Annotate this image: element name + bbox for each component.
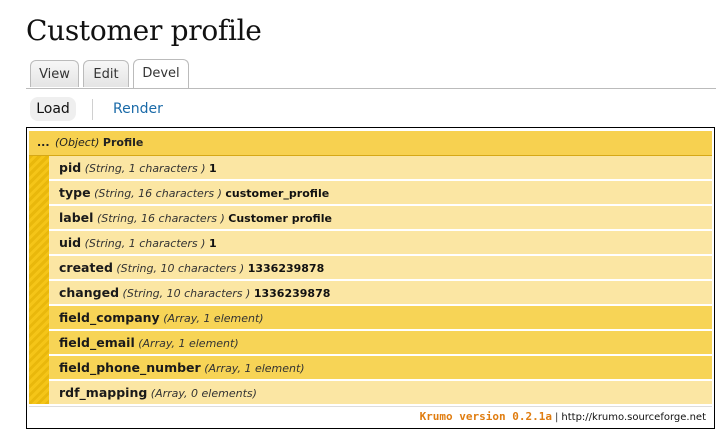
krumo-row-uid: uid (String, 1 characters ) 1 xyxy=(49,231,712,255)
krumo-value: 1 xyxy=(208,237,217,250)
krumo-value: 1 xyxy=(209,162,217,175)
tab-devel[interactable]: Devel xyxy=(133,59,189,88)
krumo-key: field_phone_number xyxy=(59,360,201,375)
krumo-key: pid xyxy=(59,160,82,175)
subtab-divider xyxy=(92,99,93,120)
krumo-type: (String, 1 characters ) xyxy=(84,162,206,175)
krumo-value: customer_profile xyxy=(225,187,330,200)
krumo-root-node[interactable]: ... (Object) Profile xyxy=(29,131,712,156)
krumo-key: field_email xyxy=(59,335,135,350)
krumo-row-type: type (String, 16 characters ) customer_p… xyxy=(49,181,712,205)
krumo-row-pid: pid (String, 1 characters ) 1 xyxy=(49,156,712,180)
krumo-value: 1336239878 xyxy=(253,287,331,300)
tab-view[interactable]: View xyxy=(30,60,79,87)
krumo-type: (Array, 1 element) xyxy=(204,362,305,375)
krumo-type: (String, 10 characters ) xyxy=(116,262,245,275)
krumo-value: Customer profile xyxy=(228,212,332,225)
primary-tabs: View Edit Devel xyxy=(26,58,716,89)
krumo-type: (String, 16 characters ) xyxy=(94,187,222,200)
page-title: Customer profile xyxy=(26,14,262,47)
krumo-row-changed: changed (String, 10 characters ) 1336239… xyxy=(49,281,712,305)
krumo-type: (String, 1 characters ) xyxy=(84,237,206,250)
krumo-key: changed xyxy=(59,285,120,300)
krumo-key: created xyxy=(59,260,113,275)
krumo-footer: Krumo version 0.2.1a | http://krumo.source… xyxy=(29,406,712,427)
krumo-row-field-email[interactable]: field_email (Array, 1 element) xyxy=(49,331,712,355)
krumo-version: Krumo version 0.2.1a xyxy=(419,410,553,423)
krumo-key: rdf_mapping xyxy=(59,385,148,400)
krumo-key: uid xyxy=(59,235,82,250)
subtab-render[interactable]: Render xyxy=(113,97,163,121)
subtab-load[interactable]: Load xyxy=(30,97,76,121)
krumo-key: field_company xyxy=(59,310,160,325)
krumo-link[interactable]: http://krumo.sourceforge.net xyxy=(561,412,706,423)
krumo-value: 1336239878 xyxy=(247,262,325,275)
krumo-row-created: created (String, 10 characters ) 1336239… xyxy=(49,256,712,280)
krumo-key: label xyxy=(59,210,94,225)
krumo-root-ellipsis: ... xyxy=(37,136,50,149)
krumo-type: (String, 10 characters ) xyxy=(122,287,251,300)
krumo-row-field-company[interactable]: field_company (Array, 1 element) xyxy=(49,306,712,330)
krumo-row-rdf-mapping: rdf_mapping (Array, 0 elements) xyxy=(49,381,712,405)
tab-edit[interactable]: Edit xyxy=(83,60,129,87)
krumo-type: (String, 16 characters ) xyxy=(96,212,225,225)
krumo-row-label: label (String, 16 characters ) Customer … xyxy=(49,206,712,230)
krumo-type: (Array, 1 element) xyxy=(138,337,239,350)
krumo-root-label: (Object) Profile xyxy=(55,131,143,155)
krumo-type: (Array, 0 elements) xyxy=(150,387,257,400)
krumo-nest-bar xyxy=(29,156,49,404)
krumo-key: type xyxy=(59,185,91,200)
krumo-root-name: Profile xyxy=(102,136,144,149)
krumo-footer-separator: | xyxy=(555,412,559,423)
krumo-root-type: (Object) xyxy=(55,136,100,149)
krumo-row-field-phone-number[interactable]: field_phone_number (Array, 1 element) xyxy=(49,356,712,380)
krumo-type: (Array, 1 element) xyxy=(163,312,264,325)
krumo-dump: ... (Object) Profile pid (String, 1 char… xyxy=(26,127,715,429)
